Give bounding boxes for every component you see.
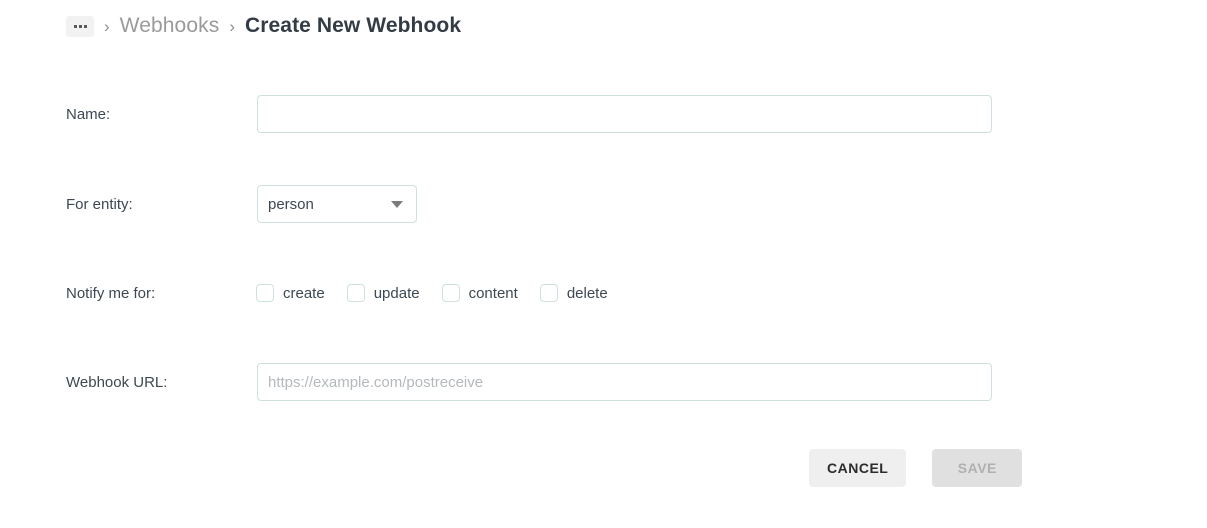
checkbox-label-delete: delete [566, 284, 608, 302]
form-actions: CANCEL SAVE [809, 449, 1023, 487]
checkbox-item-create[interactable]: create [256, 284, 325, 302]
chevron-right-icon: › [229, 16, 235, 36]
checkbox-label-create: create [283, 284, 325, 302]
page-title: Create New Webhook [244, 14, 462, 37]
checkbox-create[interactable] [256, 284, 274, 302]
name-label: Name: [66, 105, 111, 123]
ellipsis-dot-icon [73, 24, 77, 28]
entity-label: For entity: [66, 195, 133, 213]
chevron-right-icon: › [104, 16, 110, 36]
breadcrumb: › Webhooks › Create New Webhook [66, 9, 461, 43]
checkbox-item-delete[interactable]: delete [539, 284, 608, 302]
webhook-url-label: Webhook URL: [66, 373, 168, 391]
checkbox-item-content[interactable]: content [441, 284, 518, 302]
checkbox-item-update[interactable]: update [346, 284, 420, 302]
checkbox-label-update: update [373, 284, 420, 302]
checkbox-update[interactable] [346, 284, 365, 302]
notify-label: Notify me for: [66, 284, 156, 302]
chevron-down-icon [391, 200, 403, 208]
name-input[interactable] [257, 95, 992, 133]
ellipsis-dot-icon [78, 24, 82, 28]
cancel-button[interactable]: CANCEL [809, 449, 907, 487]
ellipsis-dot-icon [83, 24, 87, 28]
notify-checkbox-group: create update content delete [256, 284, 608, 302]
save-button[interactable]: SAVE [932, 449, 1023, 487]
entity-select[interactable]: person [257, 185, 417, 223]
breadcrumb-ellipsis-button[interactable] [66, 15, 94, 37]
checkbox-delete[interactable] [539, 284, 558, 302]
checkbox-content[interactable] [441, 284, 460, 302]
checkbox-label-content: content [468, 284, 518, 302]
webhook-url-input[interactable] [257, 363, 992, 401]
entity-select-value: person [268, 195, 314, 213]
breadcrumb-item-webhooks[interactable]: Webhooks [120, 14, 220, 38]
